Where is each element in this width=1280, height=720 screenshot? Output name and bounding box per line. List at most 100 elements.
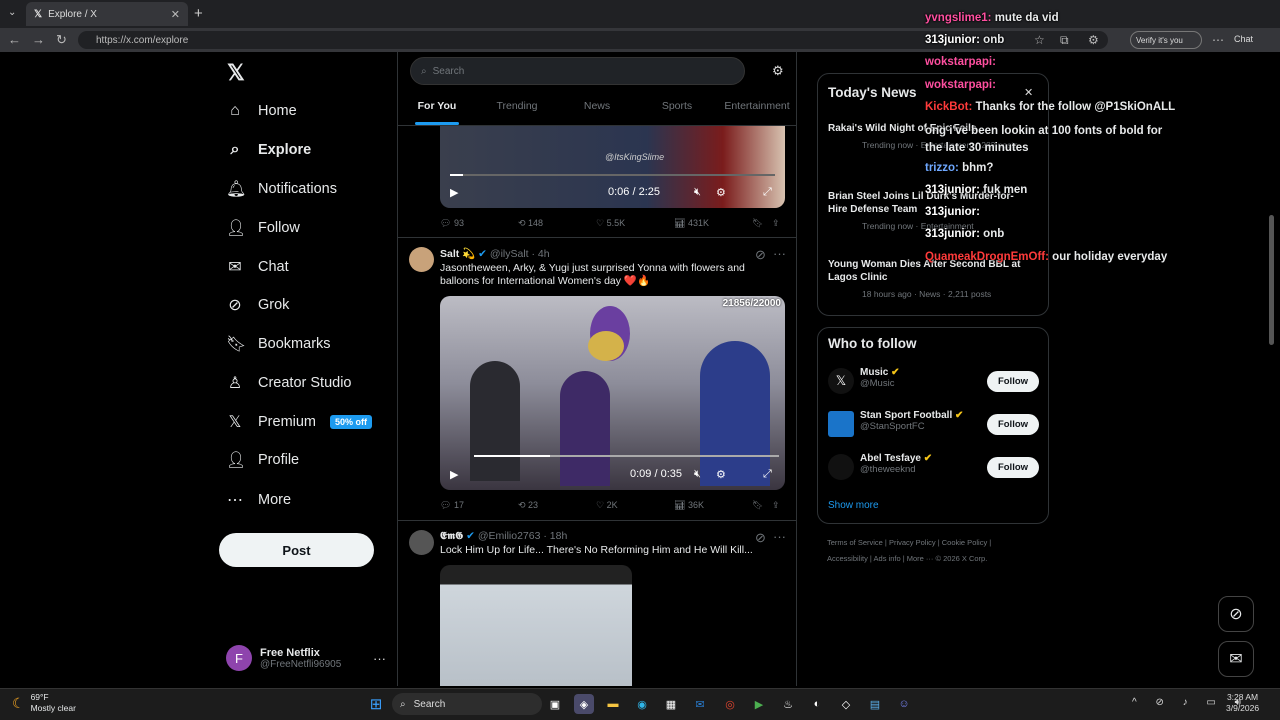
chrome-icon[interactable]: ◎ bbox=[720, 694, 740, 714]
x-logo-icon[interactable]: 𝕏 bbox=[227, 60, 245, 86]
author-handle[interactable]: @ilySalt · 4h bbox=[490, 248, 550, 260]
search-input[interactable]: ⌕ Search bbox=[410, 57, 745, 85]
sidebar-item-home[interactable]: ⌂ Home bbox=[226, 99, 386, 123]
grok-icon[interactable]: ⊘ bbox=[755, 247, 766, 263]
close-icon[interactable]: ✕ bbox=[1024, 86, 1033, 99]
sidebar-item-bookmarks[interactable]: 🔖︎ Bookmarks bbox=[226, 332, 386, 356]
task-view-icon[interactable]: ▣ bbox=[545, 694, 565, 714]
news-item[interactable]: Young Woman Dies After Second BBL at Lag… bbox=[828, 258, 1028, 299]
messages-float-button[interactable]: ✉ bbox=[1218, 641, 1254, 677]
start-icon[interactable]: ⊞ bbox=[366, 694, 386, 714]
menu-icon[interactable]: ⋯ bbox=[1212, 33, 1224, 47]
tweet-more-icon[interactable]: ··· bbox=[773, 246, 786, 261]
avatar[interactable]: 𝕏 bbox=[828, 368, 854, 394]
like-button[interactable]: ♡ 2K bbox=[596, 500, 674, 511]
like-button[interactable]: ♡ 5.5K bbox=[596, 218, 674, 229]
copilot-chat-button[interactable]: Chat bbox=[1234, 34, 1253, 44]
reload-icon[interactable]: ↻ bbox=[56, 32, 67, 48]
browser-tab[interactable]: 𝕏 Explore / X ✕ bbox=[26, 2, 188, 26]
account-switcher[interactable]: F Free Netflix @FreeNetfli96905 ··· bbox=[226, 640, 386, 676]
tweet3-image[interactable] bbox=[440, 565, 632, 686]
fullscreen-icon[interactable]: ⤢ bbox=[763, 468, 772, 481]
author-name[interactable]: 𝕰𝖒𝕲 bbox=[440, 530, 463, 542]
sidebar-item-more[interactable]: ⋯ More bbox=[226, 488, 386, 512]
avatar[interactable] bbox=[409, 530, 434, 555]
play-icon[interactable]: ▶ bbox=[450, 186, 458, 199]
sidebar-item-creator-studio[interactable]: ♙ Creator Studio bbox=[226, 371, 386, 395]
sidebar-item-explore[interactable]: ⌕ Explore bbox=[226, 138, 386, 162]
close-tab-icon[interactable]: ✕ bbox=[171, 8, 180, 21]
follow-button[interactable]: Follow bbox=[987, 371, 1039, 392]
store-icon[interactable]: ▦ bbox=[661, 694, 681, 714]
follow-button[interactable]: Follow bbox=[987, 414, 1039, 435]
share-icon[interactable]: ⇪ bbox=[772, 218, 792, 229]
author-name[interactable]: Salt 💫 bbox=[440, 248, 475, 260]
file-explorer-icon[interactable]: ▬ bbox=[603, 694, 623, 714]
clock[interactable]: 3:28 AM 3/9/2026 bbox=[1226, 692, 1259, 714]
sidebar-item-notifications[interactable]: 🔔︎ Notifications bbox=[226, 177, 386, 201]
tab-entertainment[interactable]: Entertainment bbox=[717, 96, 797, 125]
sidebar-item-premium[interactable]: 𝕏 Premium 50% off bbox=[226, 410, 386, 434]
share-icon[interactable]: ⇪ bbox=[772, 500, 792, 511]
reply-button[interactable]: 💬︎ 17 bbox=[440, 500, 518, 511]
play-icon[interactable]: ▶ bbox=[450, 468, 458, 481]
follow-suggestion[interactable]: Stan Sport Football ✔ @StanSportFC bbox=[860, 410, 963, 432]
sidebar-item-follow[interactable]: 👤︎ Follow bbox=[226, 216, 386, 240]
fullscreen-icon[interactable]: ⤢ bbox=[763, 186, 772, 199]
follow-suggestion[interactable]: Music ✔ @Music bbox=[860, 367, 900, 389]
reply-button[interactable]: 💬︎ 93 bbox=[440, 218, 518, 229]
app-icon[interactable]: ▶ bbox=[749, 694, 769, 714]
post-button[interactable]: Post bbox=[219, 533, 374, 567]
bookmark-icon[interactable]: 🔖︎ bbox=[752, 218, 772, 229]
settings-gear-icon[interactable]: ⚙ bbox=[772, 63, 784, 79]
taskbar-search[interactable]: ⌕ Search bbox=[392, 693, 542, 715]
show-more-link[interactable]: Show more bbox=[828, 500, 879, 511]
tab-list-button[interactable]: ⌄ bbox=[8, 7, 16, 18]
progress-bar[interactable] bbox=[450, 174, 775, 176]
tweet-more-icon[interactable]: ··· bbox=[773, 529, 786, 544]
app-icon[interactable]: ◐ bbox=[807, 694, 827, 714]
extensions-icon[interactable]: ⧉ bbox=[1060, 33, 1069, 48]
mute-icon[interactable]: 🔇︎ bbox=[694, 468, 701, 481]
sidebar-item-profile[interactable]: 👤︎ Profile bbox=[226, 448, 386, 472]
tweet2-video[interactable]: 21856/22000 ▶ 0:09 / 0:35 🔇︎ ⚙ ⤢ bbox=[440, 296, 785, 490]
avatar[interactable] bbox=[409, 247, 434, 272]
views-button[interactable]: 📊︎ 36K bbox=[674, 500, 752, 511]
video-settings-icon[interactable]: ⚙ bbox=[716, 186, 726, 199]
repost-button[interactable]: ⟲ 23 bbox=[518, 500, 596, 511]
sidebar-item-grok[interactable]: ⊘ Grok bbox=[226, 293, 386, 317]
tab-news[interactable]: News bbox=[557, 96, 637, 125]
sidebar-item-chat[interactable]: ✉ Chat bbox=[226, 255, 386, 279]
progress-bar[interactable] bbox=[474, 455, 779, 457]
tab-trending[interactable]: Trending bbox=[477, 96, 557, 125]
grok-float-button[interactable]: ⊘ bbox=[1218, 596, 1254, 632]
video-settings-icon[interactable]: ⚙ bbox=[716, 468, 726, 481]
tab-sports[interactable]: Sports bbox=[637, 96, 717, 125]
footer-links[interactable]: Terms of Service | Privacy Policy | Cook… bbox=[827, 535, 1049, 567]
scrollbar[interactable] bbox=[1269, 215, 1274, 345]
repost-button[interactable]: ⟲ 148 bbox=[518, 218, 596, 229]
bookmark-icon[interactable]: 🔖︎ bbox=[752, 500, 772, 511]
verify-button[interactable]: Verify it's you bbox=[1130, 31, 1202, 49]
steam-icon[interactable]: ♨ bbox=[778, 694, 798, 714]
views-button[interactable]: 📊︎ 431K bbox=[674, 218, 752, 229]
photos-icon[interactable]: ▤ bbox=[865, 694, 885, 714]
collections-icon[interactable]: ⚙ bbox=[1088, 33, 1099, 47]
tab-for-you[interactable]: For You bbox=[397, 96, 477, 125]
weather-widget[interactable]: ☾ 69°F Mostly clear bbox=[12, 692, 76, 714]
more-icon[interactable]: ··· bbox=[373, 651, 386, 666]
author-handle[interactable]: @Emilio2763 · 18h bbox=[478, 530, 567, 542]
discord-icon[interactable]: ☺ bbox=[894, 694, 914, 714]
back-icon[interactable]: ← bbox=[8, 32, 21, 47]
new-tab-icon[interactable]: + bbox=[194, 5, 203, 22]
avatar[interactable] bbox=[828, 411, 854, 437]
follow-button[interactable]: Follow bbox=[987, 457, 1039, 478]
forward-icon[interactable]: → bbox=[32, 32, 45, 47]
widgets-icon[interactable]: ◈ bbox=[574, 694, 594, 714]
app-icon[interactable]: ◇ bbox=[836, 694, 856, 714]
avatar[interactable] bbox=[828, 454, 854, 480]
edge-icon[interactable]: ◉ bbox=[632, 694, 652, 714]
outlook-icon[interactable]: ✉ bbox=[690, 694, 710, 714]
favorite-icon[interactable]: ☆ bbox=[1034, 33, 1045, 47]
mute-icon[interactable]: 🔇︎ bbox=[694, 186, 701, 199]
